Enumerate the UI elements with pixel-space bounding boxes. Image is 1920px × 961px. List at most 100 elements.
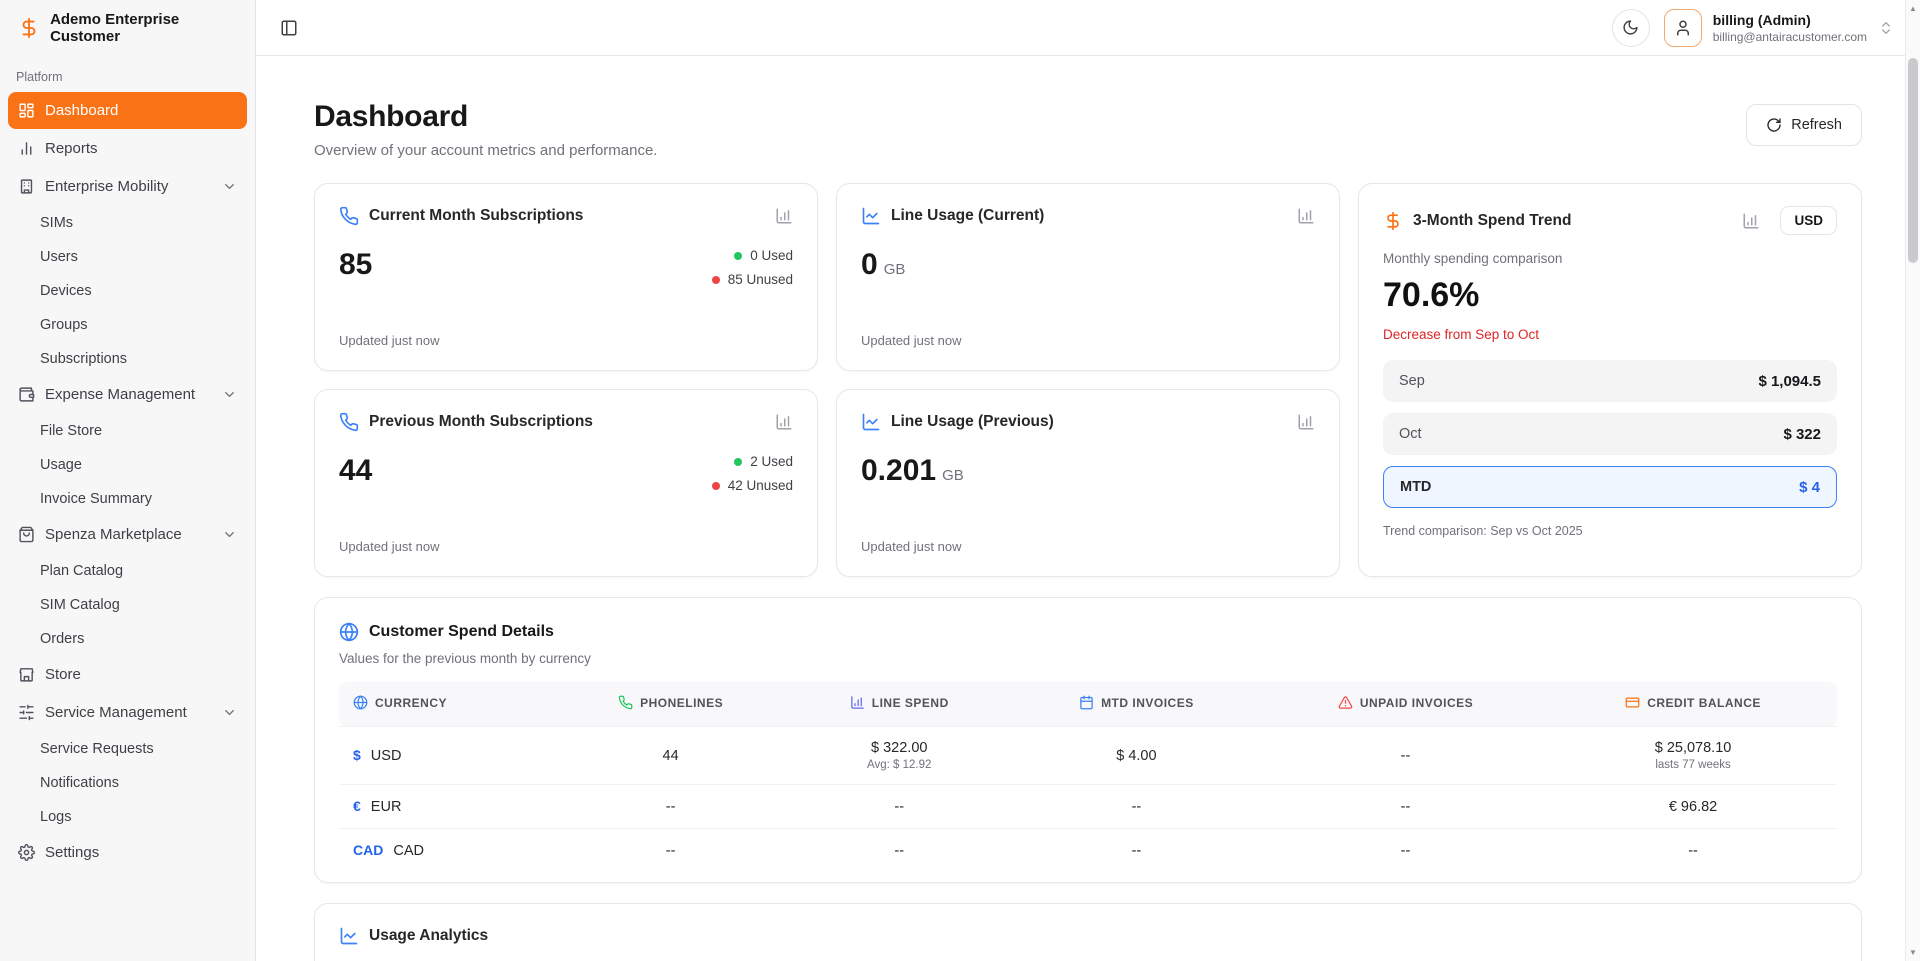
unpaid-invoices-cell: --: [1262, 829, 1549, 873]
updated-label: Updated just now: [861, 333, 1315, 348]
user-email: billing@antairacustomer.com: [1713, 30, 1867, 44]
chart-view-button[interactable]: [1742, 212, 1760, 230]
sidebar-item-spenza-marketplace[interactable]: Spenza Marketplace: [8, 516, 247, 553]
chevrons-up-down-icon: [1878, 20, 1894, 36]
sidebar-item-service-management[interactable]: Service Management: [8, 694, 247, 731]
chart-view-button[interactable]: [775, 413, 793, 431]
chart-view-button[interactable]: [1297, 207, 1315, 225]
sliders-icon: [18, 704, 35, 721]
sidebar: Ademo Enterprise Customer Platform Dashb…: [0, 0, 256, 961]
user-menu[interactable]: billing (Admin) billing@antairacustomer.…: [1664, 9, 1894, 47]
currency-symbol: CAD: [353, 842, 383, 858]
line-spend-cell: --: [788, 785, 1011, 829]
legend-unused: 42 Unused: [712, 478, 793, 493]
trend-row-oct[interactable]: Oct $ 322: [1383, 413, 1837, 455]
sidebar-item-logs[interactable]: Logs: [8, 800, 247, 834]
dark-mode-toggle-button[interactable]: [1612, 9, 1650, 47]
sidebar-item-dashboard[interactable]: Dashboard: [8, 92, 247, 129]
wallet-icon: [18, 386, 35, 403]
spend-trend-subtitle: Monthly spending comparison: [1383, 251, 1837, 266]
chart-view-button[interactable]: [775, 207, 793, 225]
table-header-row: CURRENCY PHONELINES LINE SPEND MTD INVOI…: [339, 682, 1837, 727]
currency-cell: $USD: [339, 727, 554, 785]
column-credit-balance: CREDIT BALANCE: [1549, 682, 1837, 727]
sidebar-item-enterprise-mobility[interactable]: Enterprise Mobility: [8, 168, 247, 205]
usage-unit: GB: [942, 467, 964, 484]
sidebar-item-usage[interactable]: Usage: [8, 448, 247, 482]
column-phonelines: PHONELINES: [554, 682, 788, 727]
sidebar-item-invoice-summary[interactable]: Invoice Summary: [8, 482, 247, 516]
line-chart-icon: [861, 206, 881, 226]
customer-spend-details-card: Customer Spend Details Values for the pr…: [314, 597, 1862, 883]
scrollbar[interactable]: ▲ ▼: [1905, 0, 1920, 961]
line-usage-previous-card: Line Usage (Previous) 0.201 GB Updated ju…: [836, 389, 1340, 577]
updated-label: Updated just now: [861, 539, 1315, 554]
building-icon: [18, 178, 35, 195]
sidebar-nav: Dashboard Reports Enterprise Mobility SI…: [0, 92, 255, 872]
refresh-button[interactable]: Refresh: [1746, 104, 1862, 146]
sidebar-item-users[interactable]: Users: [8, 240, 247, 274]
sidebar-section-label: Platform: [0, 56, 255, 92]
sidebar-item-groups[interactable]: Groups: [8, 308, 247, 342]
chart-view-button[interactable]: [1297, 413, 1315, 431]
sidebar-group-expense-management: File Store Usage Invoice Summary: [8, 414, 247, 516]
sidebar-item-sims[interactable]: SIMs: [8, 206, 247, 240]
scroll-up-arrow-icon[interactable]: ▲: [1906, 4, 1920, 13]
card-subtitle: Values for the previous month by currenc…: [339, 651, 1837, 666]
unpaid-invoices-cell: --: [1262, 785, 1549, 829]
currency-symbol: €: [353, 798, 361, 814]
bar-chart-icon: [850, 695, 865, 710]
sidebar-item-label: Expense Management: [45, 386, 195, 403]
sidebar-group-enterprise-mobility: SIMs Users Devices Groups Subscriptions: [8, 206, 247, 376]
subscriptions-count: 85: [339, 248, 372, 282]
green-dot: [734, 252, 742, 260]
panel-left-icon: [280, 19, 298, 37]
sidebar-item-file-store[interactable]: File Store: [8, 414, 247, 448]
sidebar-item-sim-catalog[interactable]: SIM Catalog: [8, 588, 247, 622]
sidebar-item-service-requests[interactable]: Service Requests: [8, 732, 247, 766]
gear-icon: [18, 844, 35, 861]
column-line-spend: LINE SPEND: [788, 682, 1011, 727]
sidebar-item-plan-catalog[interactable]: Plan Catalog: [8, 554, 247, 588]
sidebar-item-notifications[interactable]: Notifications: [8, 766, 247, 800]
line-spend-cell: --: [788, 829, 1011, 873]
line-chart-icon: [339, 926, 359, 946]
page-subtitle: Overview of your account metrics and per…: [314, 142, 657, 159]
sidebar-item-store[interactable]: Store: [8, 656, 247, 693]
sidebar-item-orders[interactable]: Orders: [8, 622, 247, 656]
sidebar-item-settings[interactable]: Settings: [8, 834, 247, 871]
trend-row-mtd[interactable]: MTD $ 4: [1383, 466, 1837, 508]
phonelines-cell: 44: [554, 727, 788, 785]
chevron-down-icon: [222, 705, 237, 720]
current-month-subscriptions-card: Current Month Subscriptions 85 0 Used 85…: [314, 183, 818, 371]
mtd-invoices-cell: $ 4.00: [1011, 727, 1262, 785]
usage-value: 0.201: [861, 454, 936, 487]
mtd-invoices-cell: --: [1011, 829, 1262, 873]
credit-card-icon: [1625, 695, 1640, 710]
sidebar-item-devices[interactable]: Devices: [8, 274, 247, 308]
page-content: Dashboard Overview of your account metri…: [256, 56, 1920, 961]
sidebar-item-label: Reports: [45, 140, 98, 157]
currency-select-button[interactable]: USD: [1780, 206, 1837, 235]
card-title: Usage Analytics: [369, 927, 488, 945]
scrollbar-thumb[interactable]: [1908, 58, 1918, 263]
scroll-down-arrow-icon[interactable]: ▼: [1906, 948, 1920, 957]
main-area: billing (Admin) billing@antairacustomer.…: [256, 0, 1920, 961]
bar-chart-icon: [775, 207, 793, 225]
sidebar-item-label: Enterprise Mobility: [45, 178, 168, 195]
trend-row-sep[interactable]: Sep $ 1,094.5: [1383, 360, 1837, 402]
app-root: Ademo Enterprise Customer Platform Dashb…: [0, 0, 1920, 961]
spend-trend-percent: 70.6%: [1383, 276, 1837, 315]
sidebar-item-reports[interactable]: Reports: [8, 130, 247, 167]
globe-icon: [353, 695, 368, 710]
sidebar-item-expense-management[interactable]: Expense Management: [8, 376, 247, 413]
green-dot: [734, 458, 742, 466]
line-spend-avg: Avg: $ 12.92: [802, 759, 997, 771]
card-title: Line Usage (Previous): [891, 413, 1054, 431]
sidebar-toggle-button[interactable]: [272, 11, 306, 45]
legend-unused: 85 Unused: [712, 272, 793, 287]
refresh-icon: [1766, 117, 1782, 133]
store-icon: [18, 666, 35, 683]
sidebar-item-subscriptions[interactable]: Subscriptions: [8, 342, 247, 376]
legend-used: 0 Used: [734, 248, 793, 263]
